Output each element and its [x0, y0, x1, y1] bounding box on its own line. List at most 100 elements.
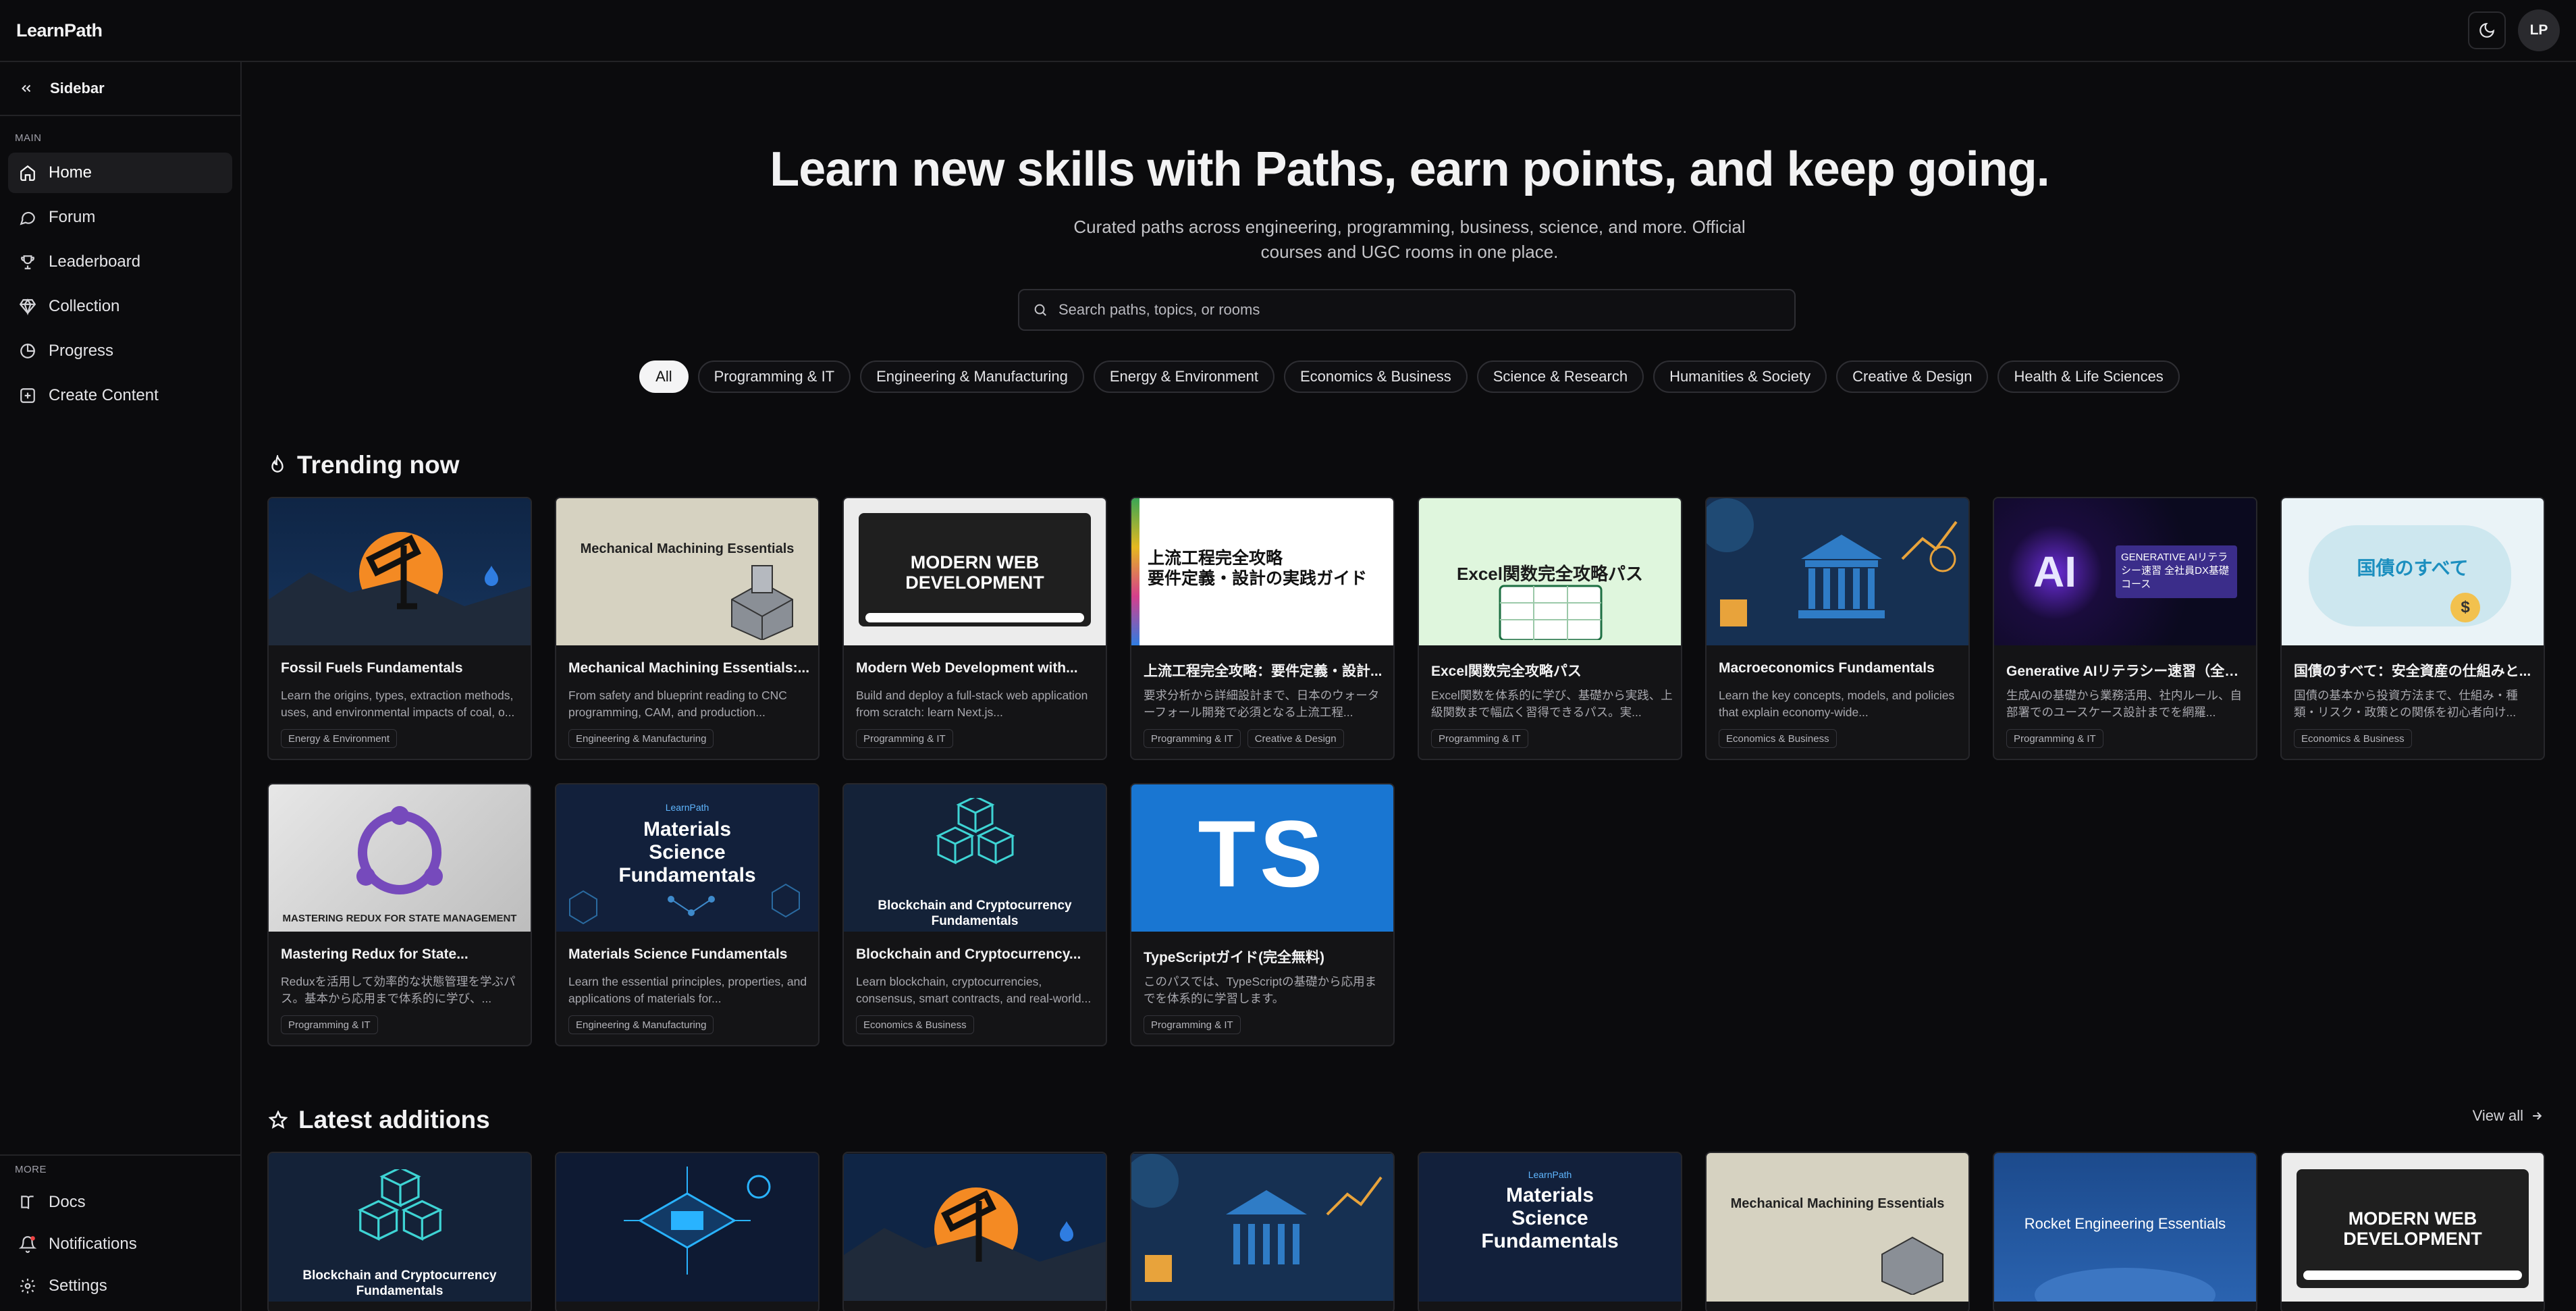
chevrons-left-icon — [22, 84, 31, 92]
card-thumbnail: MODERN WEB DEVELOPMENT — [2282, 1153, 2544, 1302]
course-card[interactable]: Blockchain and Cryptocurrency Fundamenta… — [267, 1152, 532, 1311]
category-chip-humanities[interactable]: Humanities & Society — [1653, 360, 1827, 393]
card-title: 国債のすべて：安全資産の仕組みと... — [2294, 664, 2531, 679]
course-card[interactable] — [842, 1152, 1107, 1311]
course-card[interactable]: Mechanical Machining Essentials Mechanic… — [555, 497, 820, 760]
bell-icon — [19, 1236, 36, 1253]
sidebar-item-collection[interactable]: Collection — [8, 286, 232, 327]
latest-heading: Latest additions — [269, 1106, 490, 1134]
course-card[interactable]: 国債のすべて $ 国債のすべて：安全資産の仕組みと... 国債の基本から投資方法… — [2280, 497, 2545, 760]
category-tag: Economics & Business — [2294, 729, 2412, 748]
card-description: Build and deploy a full-stack web applic… — [856, 689, 1088, 719]
course-card[interactable]: LearnPath Materials Science Fundamentals… — [555, 783, 820, 1046]
card-thumbnail: MODERN WEB DEVELOPMENT — [844, 498, 1106, 645]
category-tag: Creative & Design — [1247, 729, 1344, 748]
card-thumbnail — [556, 1153, 818, 1302]
card-title: Mastering Redux for State... — [281, 946, 468, 962]
course-card[interactable]: 上流工程完全攻略 要件定義・設計の実践ガイド 上流工程完全攻略：要件定義・設計.… — [1130, 497, 1395, 760]
thumb-text: GENERATIVE AIリテラシー速習 全社員DX基礎コース — [2116, 545, 2237, 598]
brand-logo[interactable]: LearnPath — [16, 20, 103, 41]
latest-title: Latest additions — [298, 1106, 490, 1133]
course-card[interactable]: MODERN WEB DEVELOPMENT Modern Web Develo… — [842, 497, 1107, 760]
course-card[interactable]: MODERN WEB DEVELOPMENT — [2280, 1152, 2545, 1311]
course-card[interactable] — [1130, 1152, 1395, 1311]
sidebar-item-label: Home — [49, 163, 92, 182]
course-card[interactable]: Rocket Engineering Essentials — [1993, 1152, 2257, 1311]
card-description: From safety and blueprint reading to CNC… — [568, 689, 787, 719]
card-thumbnail: 上流工程完全攻略 要件定義・設計の実践ガイド — [1131, 498, 1393, 645]
card-description: 生成AIの基礎から業務活用、社内ルール、自部署でのユースケース設計までを網羅..… — [2006, 689, 2243, 719]
category-chip-health[interactable]: Health & Life Sciences — [1997, 360, 2180, 393]
sidebar-item-label: Notifications — [49, 1235, 137, 1253]
top-bar: LearnPath LP — [0, 0, 2576, 62]
category-chip-creative[interactable]: Creative & Design — [1836, 360, 1989, 393]
card-thumbnail: MASTERING REDUX FOR STATE MANAGEMENT — [269, 784, 531, 932]
card-title: 上流工程完全攻略：要件定義・設計... — [1144, 664, 1383, 679]
course-card[interactable]: Mechanical Machining Essentials — [1705, 1152, 1970, 1311]
category-tag: Programming & IT — [1431, 729, 1528, 748]
sidebar-item-label: Create Content — [49, 386, 159, 404]
progress-icon — [20, 344, 35, 358]
section-label-main: MAIN — [15, 132, 42, 144]
category-tag: Programming & IT — [1144, 729, 1241, 748]
arrow-right-icon — [2533, 1112, 2542, 1120]
course-card[interactable]: Blockchain and Cryptocurrency Fundamenta… — [842, 783, 1107, 1046]
category-chip-engineering[interactable]: Engineering & Manufacturing — [860, 360, 1084, 393]
sidebar-item-docs[interactable]: Docs — [8, 1183, 232, 1222]
category-chip-all[interactable]: All — [639, 360, 689, 393]
course-card[interactable]: Excel関数完全攻略パス Excel関数完全攻略パス Excel関数を体系的に… — [1418, 497, 1682, 760]
sidebar-item-settings[interactable]: Settings — [8, 1266, 232, 1306]
course-card[interactable] — [555, 1152, 820, 1311]
search-input[interactable] — [1058, 301, 1774, 319]
card-description: Learn blockchain, cryptocurrencies, cons… — [856, 975, 1092, 1005]
card-thumbnail: TS — [1131, 784, 1393, 932]
sidebar-item-label: Docs — [49, 1193, 86, 1211]
star-icon — [269, 1111, 288, 1129]
user-avatar[interactable]: LP — [2518, 9, 2560, 51]
category-chip-energy[interactable]: Energy & Environment — [1093, 360, 1274, 393]
chat-icon — [20, 211, 35, 225]
card-description: Learn the origins, types, extraction met… — [281, 689, 515, 719]
card-title: Blockchain and Cryptocurrency... — [856, 946, 1081, 962]
card-thumbnail — [1131, 1153, 1393, 1302]
card-title: Mechanical Machining Essentials:... — [568, 660, 810, 676]
thumb-brand: LearnPath — [665, 802, 709, 813]
course-card[interactable]: TS TypeScriptガイド(完全無料) このパスでは、TypeScript… — [1130, 783, 1395, 1046]
thumb-brand: LearnPath — [1528, 1169, 1572, 1180]
course-card[interactable]: AI GENERATIVE AIリテラシー速習 全社員DX基礎コース Gener… — [1993, 497, 2257, 760]
course-card[interactable]: MASTERING REDUX FOR STATE MANAGEMENT Mas… — [267, 783, 532, 1046]
course-card[interactable]: Macroeconomics Fundamentals Learn the ke… — [1705, 497, 1970, 760]
course-card[interactable]: LearnPath Materials Science Fundamentals — [1418, 1152, 1682, 1311]
card-title: Excel関数完全攻略パス — [1431, 664, 1582, 679]
category-tag: Engineering & Manufacturing — [568, 729, 714, 748]
moon-icon — [2479, 22, 2495, 38]
gem-icon — [19, 298, 36, 315]
sidebar-item-notifications[interactable]: Notifications — [8, 1225, 232, 1264]
sidebar-item-create-content[interactable]: Create Content — [8, 375, 232, 416]
thumb-text: Blockchain and Cryptocurrency Fundamenta… — [302, 1268, 497, 1298]
card-thumbnail — [1707, 498, 1968, 645]
sidebar-item-progress[interactable]: Progress — [8, 331, 232, 371]
theme-toggle-button[interactable] — [2468, 11, 2506, 49]
main-content: Learn new skills with Paths, earn points… — [243, 62, 2576, 1311]
hero-subtitle: Curated paths across engineering, progra… — [1073, 217, 1746, 262]
category-chip-science[interactable]: Science & Research — [1476, 360, 1644, 393]
thumb-text: MODERN WEB DEVELOPMENT — [905, 552, 1044, 593]
trending-title: Trending now — [297, 451, 460, 479]
card-description: Excel関数を体系的に学び、基礎から実践、上級関数まで幅広く習得できるパス。実… — [1431, 689, 1673, 719]
sidebar-toggle[interactable]: Sidebar — [0, 62, 240, 116]
sidebar-item-forum[interactable]: Forum — [8, 197, 232, 238]
card-thumbnail: Blockchain and Cryptocurrency Fundamenta… — [269, 1153, 531, 1302]
course-card[interactable]: Fossil Fuels Fundamentals Learn the orig… — [267, 497, 532, 760]
category-chip-economics[interactable]: Economics & Business — [1283, 360, 1468, 393]
home-icon — [20, 165, 35, 181]
card-thumbnail: Mechanical Machining Essentials — [1707, 1153, 1968, 1302]
category-tag: Engineering & Manufacturing — [568, 1015, 714, 1034]
card-title: Macroeconomics Fundamentals — [1719, 660, 1935, 676]
sidebar-item-leaderboard[interactable]: Leaderboard — [8, 242, 232, 282]
thumb-text: TS — [1198, 801, 1327, 907]
sidebar-item-home[interactable]: Home — [8, 153, 232, 193]
category-chip-programming[interactable]: Programming & IT — [697, 360, 851, 393]
trending-heading: Trending now — [269, 451, 459, 479]
view-all-link[interactable]: View all — [2473, 1107, 2544, 1125]
